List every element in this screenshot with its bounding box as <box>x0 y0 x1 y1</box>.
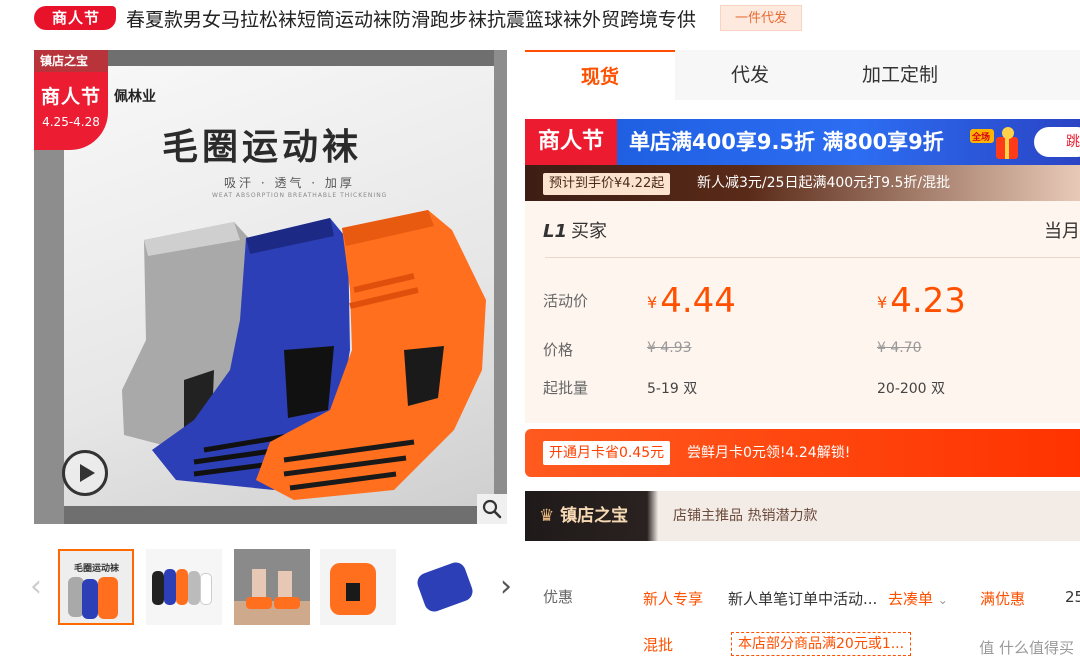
site-watermark: 值 什么值得买 <box>979 639 1074 657</box>
estimate-note: 新人减3元/25日起满400元打9.5折/混批 <box>697 175 951 191</box>
crown-icon: ♛ <box>539 506 555 526</box>
new-user-offer-tag[interactable]: 新人专享 <box>643 588 703 609</box>
festival-badge: 商人节 <box>34 6 117 30</box>
thumbnail-4[interactable] <box>320 549 396 625</box>
full-discount-value: 25 <box>1065 588 1080 606</box>
product-title: 春夏款男女马拉松袜短筒运动袜防滑跑步袜抗震篮球袜外贸跨境专供 <box>126 8 697 31</box>
thumbnail-1[interactable]: 毛圈运动袜 <box>58 549 134 625</box>
shop-treasure-bar[interactable]: ♛ 镇店之宝 店铺主推品 热销潜力款 <box>525 491 1080 541</box>
original-price-tier-2: ¥ 4.70 <box>877 340 922 356</box>
shop-treasure-text: 镇店之宝 <box>560 506 629 526</box>
svg-text:全场: 全场 <box>971 131 990 143</box>
activity-price-label: 活动价 <box>543 292 589 310</box>
tab-spot[interactable]: 现货 <box>525 50 675 100</box>
go-collect-label: 去凑单 <box>888 590 934 608</box>
promo-festival-label: 商人节 <box>525 119 617 165</box>
same-month-label: 当月 <box>1044 221 1080 242</box>
activity-price-value: 4.44 <box>660 281 736 321</box>
thumbnail-caption: 毛圈运动袜 <box>74 564 120 574</box>
estimate-price-chip: 预计到手价¥4.22起 <box>543 173 671 195</box>
price-panel: L1 买家 当月 活动价 ¥4.44 ¥4.23 价格 ¥ 4.93 ¥ 4.70… <box>525 201 1080 423</box>
batch-tier-1: 5-19 双 <box>647 381 698 397</box>
promo-message: 单店满400享9.5折 满800享9折 <box>629 130 944 154</box>
gift-icon: 全场 <box>970 127 1018 159</box>
go-collect-button[interactable]: 去凑单 ⌄ <box>888 588 948 609</box>
tab-custom[interactable]: 加工定制 <box>825 50 975 100</box>
batch-tier-2: 20-200 双 <box>877 381 946 397</box>
thumbnail-3[interactable] <box>234 549 310 625</box>
original-price-tier-1: ¥ 4.93 <box>647 340 692 356</box>
shop-treasure-sub: 店铺主推品 热销潜力款 <box>673 508 818 524</box>
play-icon[interactable] <box>62 450 108 496</box>
purchase-panel: 现货 代发 加工定制 商人节 单店满400享9.5折 满800享9折 全场 跳 … <box>525 50 1080 656</box>
month-card-note: 尝鲜月卡0元领!4.24解锁! <box>687 445 851 461</box>
chevron-left-icon[interactable]: ‹ <box>30 569 42 604</box>
currency-symbol: ¥ <box>647 293 658 312</box>
dropship-tag[interactable]: 一件代发 <box>720 5 803 31</box>
promo-banner[interactable]: 商人节 单店满400享9.5折 满800享9折 全场 跳 <box>525 119 1080 165</box>
chevron-right-icon[interactable]: › <box>500 569 512 604</box>
thumbnail-5[interactable] <box>408 549 484 625</box>
activity-price-value: 4.23 <box>890 281 966 321</box>
activity-price-tier-1: ¥4.44 <box>647 281 736 321</box>
activity-price-tier-2: ¥4.23 <box>877 281 966 321</box>
full-discount-tag[interactable]: 满优惠 <box>980 588 1025 609</box>
buyer-level-text: 买家 <box>571 221 607 242</box>
title-row: 商人节 春夏款男女马拉松袜短筒运动袜防滑跑步袜抗震篮球袜外贸跨境专供 一件代发 <box>34 3 1080 33</box>
batch-label: 起批量 <box>543 379 589 397</box>
promo-jump-button[interactable]: 跳 <box>1034 127 1080 157</box>
thumbnail-2[interactable] <box>146 549 222 625</box>
mix-batch-offer[interactable]: 本店部分商品满20元或1... <box>731 632 912 656</box>
price-label: 价格 <box>543 341 574 359</box>
month-card-chip[interactable]: 开通月卡省0.45元 <box>543 441 671 465</box>
month-card-bar[interactable]: 开通月卡省0.45元 尝鲜月卡0元领!4.24解锁! <box>525 429 1080 477</box>
estimate-bar: 预计到手价¥4.22起 新人减3元/25日起满400元打9.5折/混批 <box>525 165 1080 201</box>
offers-label: 优惠 <box>543 588 574 606</box>
chevron-down-icon: ⌄ <box>937 593 948 607</box>
shop-treasure-title: ♛ 镇店之宝 <box>539 491 628 541</box>
main-product-image[interactable]: 镇店之宝 商人节 4.25-4.28 佩林业 毛圈运动袜 吸汗 · 透气 · 加… <box>34 50 507 524</box>
divider <box>545 257 1080 258</box>
mode-tabs: 现货 代发 加工定制 <box>525 50 1080 100</box>
buyer-level: L1 买家 <box>543 217 607 243</box>
mix-batch-label: 混批 <box>643 636 674 654</box>
buyer-level-badge: L1 <box>543 221 567 242</box>
thumbnail-strip: ‹ 毛圈运动袜 › <box>30 547 512 627</box>
tab-dropship[interactable]: 代发 <box>675 50 825 100</box>
currency-symbol: ¥ <box>877 293 888 312</box>
zoom-icon[interactable] <box>477 494 507 524</box>
new-user-offer-desc: 新人单笔订单中活动... <box>728 590 878 608</box>
